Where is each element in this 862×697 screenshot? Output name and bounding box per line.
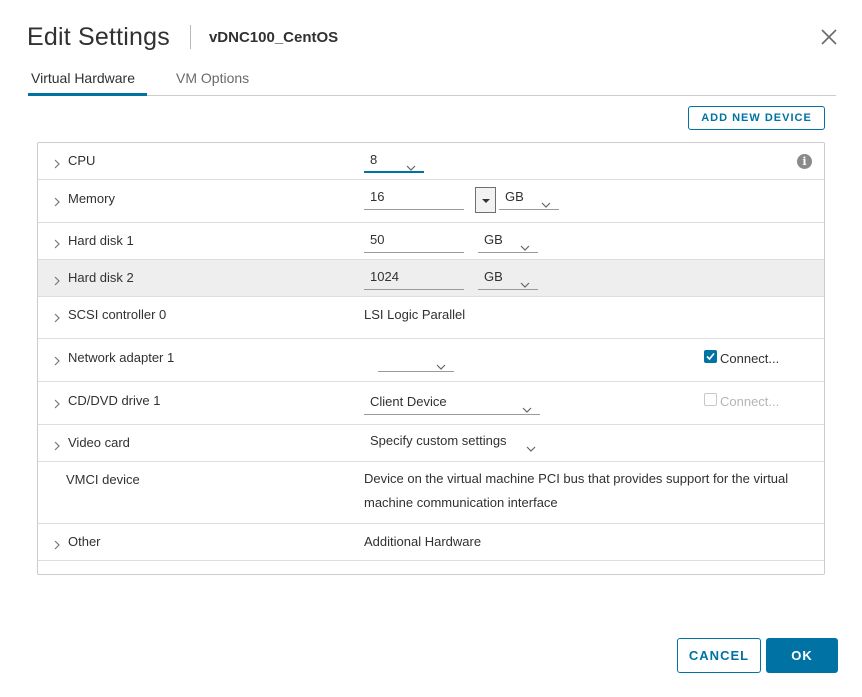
add-new-device-button[interactable]: ADD NEW DEVICE <box>688 106 825 130</box>
row-cpu: CPU 8 i <box>38 143 824 180</box>
chevron-right-icon[interactable] <box>52 194 62 207</box>
caret-down-icon <box>482 199 490 203</box>
network-label: Network adapter 1 <box>68 350 175 365</box>
cddvd-select[interactable]: Client Device <box>364 391 540 415</box>
memory-input[interactable]: 16 <box>364 186 464 210</box>
video-card-value: Specify custom settings <box>370 433 507 448</box>
hard-disk-2-input[interactable]: 1024 <box>364 266 464 290</box>
vmci-label: VMCI device <box>66 472 140 487</box>
chevron-down-icon <box>520 237 530 251</box>
cddvd-label: CD/DVD drive 1 <box>68 393 161 408</box>
row-memory: Memory 16 GB <box>38 180 824 223</box>
chevron-right-icon[interactable] <box>52 438 62 451</box>
hardware-grid: CPU 8 i Memory 16 GB Hard disk 1 50 GB H… <box>37 142 825 575</box>
cpu-select[interactable]: 8 <box>364 149 424 173</box>
cancel-button[interactable]: CANCEL <box>677 638 761 673</box>
hard-disk-2-unit: GB <box>484 269 503 284</box>
hard-disk-1-unit: GB <box>484 232 503 247</box>
row-scsi-controller: SCSI controller 0 LSI Logic Parallel <box>38 297 824 339</box>
network-connect-label: Connect... <box>720 351 780 366</box>
chevron-right-icon[interactable] <box>52 537 62 550</box>
network-select[interactable] <box>378 348 454 372</box>
row-vmci-device: VMCI device Device on the virtual machin… <box>38 462 824 524</box>
other-value: Additional Hardware <box>364 534 482 549</box>
cpu-label: CPU <box>68 153 96 168</box>
tab-virtual-hardware[interactable]: Virtual Hardware <box>28 70 147 96</box>
memory-unit-select[interactable]: GB <box>499 186 559 210</box>
chevron-right-icon[interactable] <box>52 353 62 366</box>
hard-disk-2-unit-select[interactable]: GB <box>478 266 538 290</box>
chevron-right-icon[interactable] <box>52 310 62 323</box>
vmci-description: Device on the virtual machine PCI bus th… <box>364 471 789 510</box>
tab-vm-options[interactable]: VM Options <box>176 70 249 96</box>
hard-disk-1-unit-select[interactable]: GB <box>478 229 538 253</box>
chevron-down-icon <box>436 356 446 370</box>
row-cddvd-drive: CD/DVD drive 1 Client Device Connect... <box>38 382 824 425</box>
cddvd-connect-label: Connect... <box>720 394 780 409</box>
chevron-down-icon <box>526 438 536 452</box>
vm-name: vDNC100_CentOS <box>208 28 339 46</box>
scsi-label: SCSI controller 0 <box>68 307 167 322</box>
ok-button[interactable]: OK <box>766 638 838 673</box>
hard-disk-1-input[interactable]: 50 <box>364 229 464 253</box>
chevron-right-icon[interactable] <box>52 396 62 409</box>
video-card-select[interactable]: Specify custom settings <box>364 430 540 454</box>
chevron-right-icon[interactable] <box>52 156 62 169</box>
row-other: Other Additional Hardware <box>38 524 824 561</box>
chevron-down-icon <box>520 274 530 288</box>
row-hard-disk-2: Hard disk 2 1024 GB <box>38 260 824 297</box>
close-icon[interactable] <box>818 26 840 48</box>
chevron-right-icon[interactable] <box>52 273 62 286</box>
dialog-title: Edit Settings <box>27 22 170 51</box>
chevron-right-icon[interactable] <box>52 236 62 249</box>
hard-disk-1-label: Hard disk 1 <box>68 233 134 248</box>
memory-label: Memory <box>68 191 115 206</box>
tab-bar: Virtual Hardware VM Options <box>28 66 836 96</box>
cpu-value: 8 <box>370 152 378 167</box>
dialog-header: Edit Settings vDNC100_CentOS <box>27 20 338 54</box>
network-connect-checkbox[interactable] <box>704 350 717 363</box>
scsi-value: LSI Logic Parallel <box>364 307 466 322</box>
cddvd-value: Client Device <box>370 394 447 409</box>
memory-dropdown-button[interactable] <box>475 187 496 213</box>
hard-disk-2-label: Hard disk 2 <box>68 270 134 285</box>
cddvd-connect-checkbox[interactable] <box>704 393 717 406</box>
memory-unit: GB <box>505 189 524 204</box>
video-card-label: Video card <box>68 435 130 450</box>
chevron-down-icon <box>522 399 532 413</box>
other-label: Other <box>68 534 101 549</box>
title-separator <box>189 25 191 49</box>
edit-settings-dialog: Edit Settings vDNC100_CentOS Virtual Har… <box>0 0 862 697</box>
info-icon[interactable]: i <box>797 154 812 169</box>
row-hard-disk-1: Hard disk 1 50 GB <box>38 223 824 260</box>
chevron-down-icon <box>406 157 416 171</box>
row-video-card: Video card Specify custom settings <box>38 425 824 462</box>
chevron-down-icon <box>541 194 551 208</box>
row-network-adapter: Network adapter 1 Connect... <box>38 339 824 382</box>
